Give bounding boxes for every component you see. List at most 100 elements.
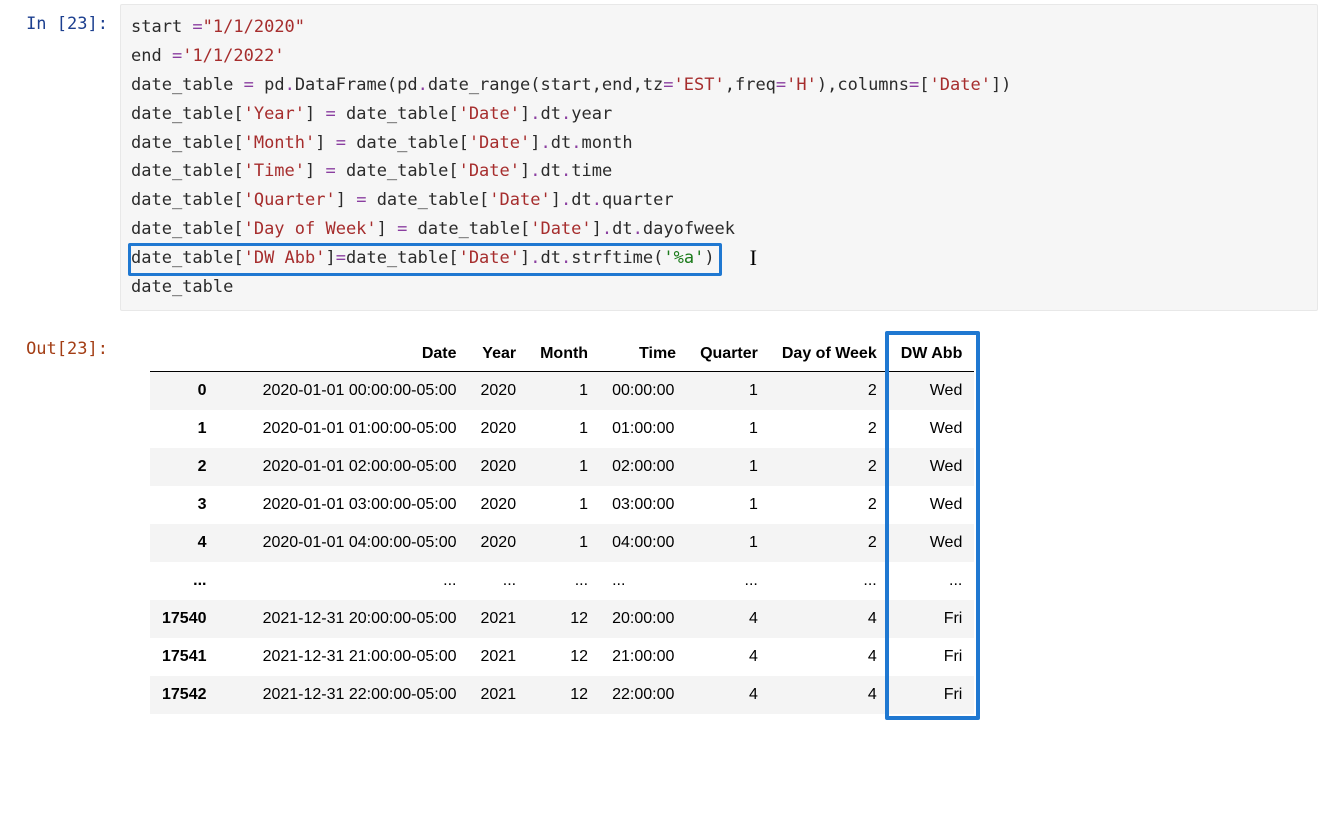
cell: 1 [688, 410, 770, 448]
cell: 2020-01-01 00:00:00-05:00 [219, 371, 469, 410]
table-row: 02020-01-01 00:00:00-05:002020100:00:001… [150, 371, 974, 410]
cell: 4 [770, 676, 889, 714]
output-area: DateYearMonthTimeQuarterDay of WeekDW Ab… [120, 329, 1324, 717]
cell: 03:00:00 [600, 486, 688, 524]
column-header: Month [528, 337, 600, 372]
table-row: 32020-01-01 03:00:00-05:002020103:00:001… [150, 486, 974, 524]
code-line[interactable]: date_table [131, 273, 1307, 302]
code-line[interactable]: date_table['Quarter'] = date_table['Date… [131, 186, 1307, 215]
cell: 1 [528, 371, 600, 410]
out-exec-count: 23 [67, 339, 87, 359]
cell: 2021-12-31 22:00:00-05:00 [219, 676, 469, 714]
dataframe-corner [150, 337, 219, 372]
cell: Wed [889, 371, 975, 410]
cell: 12 [528, 638, 600, 676]
column-header: Time [600, 337, 688, 372]
cell: 2020 [469, 486, 529, 524]
code-line[interactable]: end ='1/1/2022' [131, 42, 1307, 71]
cell: 12 [528, 676, 600, 714]
cell: Fri [889, 676, 975, 714]
cell: 1 [688, 524, 770, 562]
column-header: Quarter [688, 337, 770, 372]
cell: 2021-12-31 20:00:00-05:00 [219, 600, 469, 638]
cell: 4 [770, 638, 889, 676]
cell: 22:00:00 [600, 676, 688, 714]
row-index: 1 [150, 410, 219, 448]
cell: 1 [688, 486, 770, 524]
cell: Wed [889, 448, 975, 486]
in-prefix: In [26, 14, 57, 34]
dataframe-table: DateYearMonthTimeQuarterDay of WeekDW Ab… [150, 337, 974, 714]
row-index: 17542 [150, 676, 219, 714]
cell: 1 [528, 448, 600, 486]
cell: 2 [770, 371, 889, 410]
in-exec-count: 23 [67, 14, 87, 34]
table-row: 12020-01-01 01:00:00-05:002020101:00:001… [150, 410, 974, 448]
cell: 00:00:00 [600, 371, 688, 410]
cell: 2 [770, 448, 889, 486]
cell: 2020 [469, 524, 529, 562]
cell: ... [219, 562, 469, 600]
row-index: 4 [150, 524, 219, 562]
code-editor[interactable]: start ="1/1/2020"end ='1/1/2022'date_tab… [120, 4, 1318, 311]
cell: 2021-12-31 21:00:00-05:00 [219, 638, 469, 676]
output-cell: Out[23]: DateYearMonthTimeQuarterDay of … [0, 329, 1324, 717]
cell: ... [528, 562, 600, 600]
cell: Wed [889, 486, 975, 524]
row-index: 17541 [150, 638, 219, 676]
table-row: 175422021-12-31 22:00:00-05:0020211222:0… [150, 676, 974, 714]
cell: ... [600, 562, 688, 600]
cell: 2020 [469, 410, 529, 448]
cell: 2 [770, 486, 889, 524]
cell: 1 [688, 371, 770, 410]
table-row: 175412021-12-31 21:00:00-05:0020211221:0… [150, 638, 974, 676]
cell: ... [688, 562, 770, 600]
cell: 1 [688, 448, 770, 486]
row-index: 0 [150, 371, 219, 410]
cell: 2020-01-01 04:00:00-05:00 [219, 524, 469, 562]
cell: ... [889, 562, 975, 600]
cell: 4 [688, 676, 770, 714]
row-index: 17540 [150, 600, 219, 638]
input-cell: In [23]: start ="1/1/2020"end ='1/1/2022… [0, 4, 1324, 311]
cell: Fri [889, 600, 975, 638]
cell: 2 [770, 410, 889, 448]
cell: ... [469, 562, 529, 600]
code-line[interactable]: date_table['DW Abb']=date_table['Date'].… [131, 244, 1307, 273]
cell: 1 [528, 524, 600, 562]
cell: 2020-01-01 02:00:00-05:00 [219, 448, 469, 486]
cell: Wed [889, 524, 975, 562]
cell: 12 [528, 600, 600, 638]
cell: 4 [770, 600, 889, 638]
cell: 2021 [469, 600, 529, 638]
column-header: DW Abb [889, 337, 975, 372]
cell: 1 [528, 410, 600, 448]
table-row: ........................ [150, 562, 974, 600]
cell: 1 [528, 486, 600, 524]
cell: 2021 [469, 638, 529, 676]
cell: 2020 [469, 371, 529, 410]
cell: 01:00:00 [600, 410, 688, 448]
cell: 20:00:00 [600, 600, 688, 638]
row-index: ... [150, 562, 219, 600]
code-line[interactable]: date_table['Time'] = date_table['Date'].… [131, 157, 1307, 186]
code-line[interactable]: date_table['Day of Week'] = date_table['… [131, 215, 1307, 244]
code-line[interactable]: date_table['Year'] = date_table['Date'].… [131, 100, 1307, 129]
code-line[interactable]: start ="1/1/2020" [131, 13, 1307, 42]
cell: 21:00:00 [600, 638, 688, 676]
cell: 2020 [469, 448, 529, 486]
cell: 4 [688, 638, 770, 676]
row-index: 3 [150, 486, 219, 524]
cell: 2 [770, 524, 889, 562]
out-prefix: Out [26, 339, 57, 359]
code-line[interactable]: date_table = pd.DataFrame(pd.date_range(… [131, 71, 1307, 100]
column-header: Date [219, 337, 469, 372]
cell: 04:00:00 [600, 524, 688, 562]
table-row: 175402021-12-31 20:00:00-05:0020211220:0… [150, 600, 974, 638]
cell: 02:00:00 [600, 448, 688, 486]
cell: 2020-01-01 03:00:00-05:00 [219, 486, 469, 524]
column-header: Day of Week [770, 337, 889, 372]
row-index: 2 [150, 448, 219, 486]
output-prompt: Out[23]: [0, 329, 120, 359]
code-line[interactable]: date_table['Month'] = date_table['Date']… [131, 129, 1307, 158]
